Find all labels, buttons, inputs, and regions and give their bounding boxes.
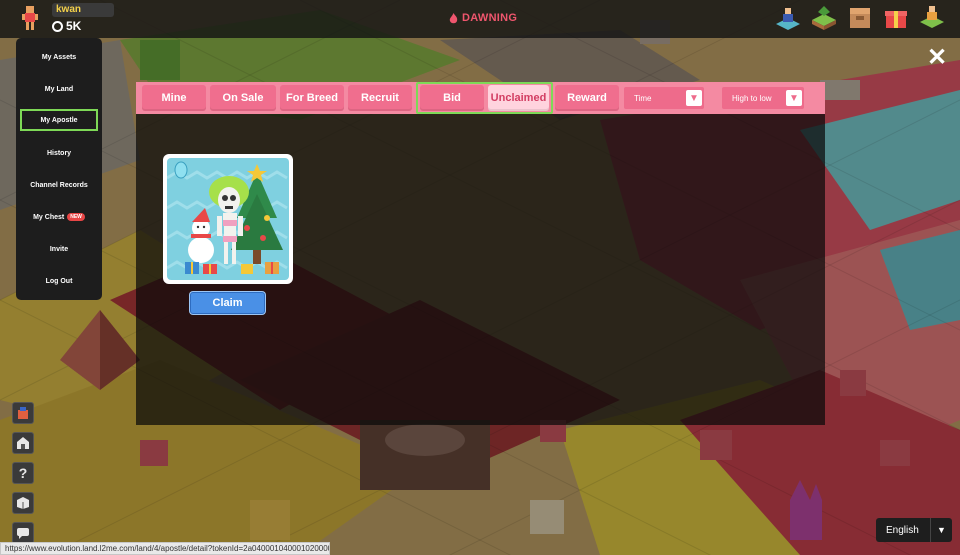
ring-balance: 5K [52, 19, 81, 33]
help-button[interactable]: ? [12, 462, 34, 484]
claim-button[interactable]: Claim [190, 292, 265, 314]
map-icon[interactable] [918, 4, 946, 32]
menu-item-label: My Apostle [40, 116, 78, 124]
menu-item-label: Invite [49, 245, 69, 253]
sort-order-select[interactable]: High to low ▼ [722, 87, 804, 109]
chevron-down-icon: ▼ [930, 518, 952, 542]
tab-for-breed[interactable]: For Breed [280, 85, 344, 111]
tab-recruit[interactable]: Recruit [348, 85, 412, 111]
top-toolbar [774, 4, 946, 32]
menu-item-label: Channel Records [30, 181, 88, 189]
balance-value: 5K [66, 19, 82, 33]
tab-bid[interactable]: Bid [420, 85, 484, 111]
box-icon [17, 497, 29, 509]
tab-reward[interactable]: Reward [555, 85, 619, 111]
inventory-icon[interactable] [846, 4, 874, 32]
tab-on-sale[interactable]: On Sale [210, 85, 276, 111]
menu-item-my-land[interactable]: My Land [20, 78, 98, 100]
menu-item-my-assets[interactable]: My Assets [20, 46, 98, 68]
close-icon: ✕ [926, 44, 948, 71]
sort-field-value: Time [634, 93, 652, 103]
chat-button[interactable] [12, 522, 34, 544]
chat-icon [17, 528, 29, 539]
menu-item-history[interactable]: History [20, 142, 98, 164]
ring-token-icon [52, 20, 63, 32]
flame-icon [449, 12, 458, 23]
tab-mine[interactable]: Mine [142, 85, 206, 111]
apostle-card[interactable] [163, 154, 293, 284]
box-button[interactable] [12, 492, 34, 514]
chevron-down-icon: ▼ [686, 90, 702, 106]
house-icon [17, 437, 29, 449]
house-button[interactable] [12, 432, 34, 454]
account-menu: My Assets My Land My Apostle History Cha… [16, 38, 102, 300]
apostle-panel: Mine On Sale For Breed Recruit Bid Uncla… [136, 82, 825, 425]
menu-item-label: Log Out [45, 277, 73, 285]
top-bar: kwan 5K DAWNING [0, 0, 960, 38]
chevron-down-icon: ▼ [786, 90, 802, 106]
character-icon[interactable] [774, 4, 802, 32]
sort-order-value: High to low [732, 93, 772, 103]
menu-item-my-apostle[interactable]: My Apostle [20, 109, 98, 131]
era-label: DAWNING [462, 12, 518, 24]
menu-item-my-chest[interactable]: My Chest NEW [20, 206, 98, 228]
close-button[interactable]: ✕ [925, 44, 949, 71]
menu-item-invite[interactable]: Invite [20, 238, 98, 260]
menu-item-label: My Land [44, 85, 74, 93]
browser-status-url: https://www.evolution.land.l2me.com/land… [0, 542, 330, 555]
user-avatar[interactable] [20, 6, 40, 32]
new-badge: NEW [67, 213, 85, 221]
menu-item-label: History [46, 149, 72, 157]
question-icon: ? [18, 465, 28, 481]
language-select[interactable]: English ▼ [876, 518, 952, 542]
filter-tab-bar: Mine On Sale For Breed Recruit Bid Uncla… [136, 82, 825, 114]
building-button[interactable] [12, 402, 34, 424]
tab-unclaimed[interactable]: Unclaimed [488, 85, 549, 111]
sort-field-select[interactable]: Time ▼ [624, 87, 704, 109]
era-indicator: DAWNING [449, 12, 517, 24]
land-plot-icon[interactable] [810, 4, 838, 32]
menu-item-log-out[interactable]: Log Out [20, 270, 98, 292]
username: kwan [52, 3, 114, 17]
apostle-portrait [166, 158, 289, 280]
building-icon [18, 407, 28, 419]
gift-icon[interactable] [882, 4, 910, 32]
menu-item-label: My Chest [33, 213, 65, 221]
menu-item-channel-records[interactable]: Channel Records [20, 174, 98, 196]
language-value: English [886, 524, 919, 536]
menu-item-label: My Assets [41, 53, 77, 61]
